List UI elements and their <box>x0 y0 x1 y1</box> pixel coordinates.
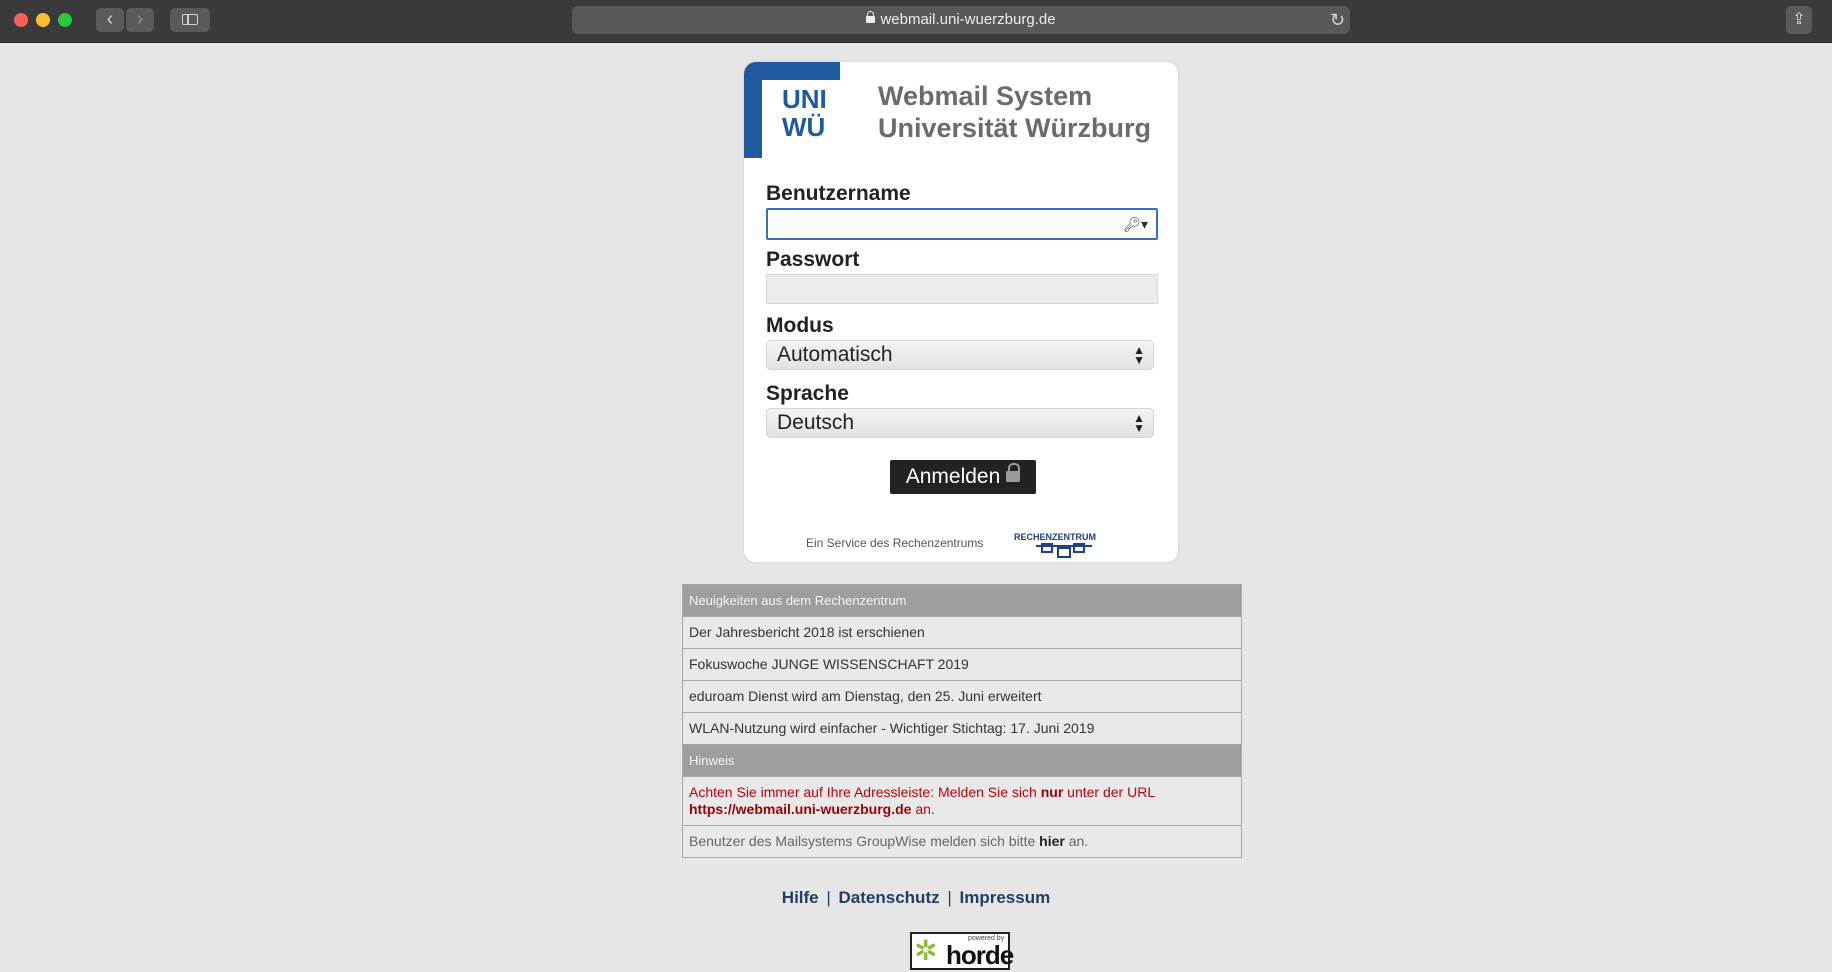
address-bar-url: webmail.uni-wuerzburg.de <box>880 11 1056 28</box>
language-select-value: Deutsch <box>777 411 855 434</box>
minimize-window-button[interactable] <box>36 13 50 27</box>
rechenzentrum-logo-text: RECHENZENTRUM <box>1014 532 1096 542</box>
chevron-right-icon: › <box>136 8 144 30</box>
notice-header: Hinweis <box>683 745 1241 777</box>
browser-toolbar: ‹ › webmail.uni-wuerzburg.de ↻ ⇪ <box>0 0 1832 43</box>
mode-select[interactable]: Automatisch ▲ ▼ <box>766 340 1154 370</box>
chevron-left-icon: ‹ <box>106 8 114 30</box>
footer-separator: | <box>947 888 952 907</box>
service-note: Ein Service des Rechenzentrums <box>806 536 984 550</box>
back-button[interactable]: ‹ <box>96 8 124 32</box>
university-logo: UNI WÜ <box>744 62 840 158</box>
groupwise-notice: Benutzer des Mailsystems GroupWise melde… <box>683 826 1241 858</box>
news-header: Neuigkeiten aus dem Rechenzentrum <box>683 585 1241 617</box>
login-card: UNI WÜ Webmail System Universität Würzbu… <box>744 62 1178 562</box>
news-table: Neuigkeiten aus dem Rechenzentrum Der Ja… <box>682 584 1242 858</box>
logo-text-wue: WÜ <box>782 112 826 142</box>
horde-logo-icon: ✲ <box>914 935 938 966</box>
sidebar-icon <box>182 14 198 25</box>
privacy-link[interactable]: Datenschutz <box>839 888 940 907</box>
page-title: Webmail System Universität Würzburg <box>878 80 1151 144</box>
password-key-icon[interactable]: 🔑︎▾ <box>1123 216 1148 233</box>
username-input[interactable]: 🔑︎▾ <box>766 208 1158 240</box>
sidebar-toggle-button[interactable] <box>170 8 210 32</box>
language-label: Sprache <box>766 382 849 405</box>
footer-separator: | <box>826 888 831 907</box>
select-arrows-icon: ▲ ▼ <box>1133 411 1145 435</box>
reload-button[interactable]: ↻ <box>1330 7 1345 33</box>
language-select[interactable]: Deutsch ▲ ▼ <box>766 408 1154 438</box>
news-item[interactable]: Der Jahresbericht 2018 ist erschienen <box>683 617 1241 649</box>
horde-badge-text: horde <box>946 940 1014 970</box>
news-item[interactable]: WLAN-Nutzung wird einfacher - Wichtiger … <box>683 713 1241 745</box>
login-button[interactable]: Anmelden <box>890 460 1036 494</box>
mode-select-value: Automatisch <box>777 343 893 366</box>
username-label: Benutzername <box>766 182 911 205</box>
zoom-window-button[interactable] <box>58 13 72 27</box>
news-item[interactable]: eduroam Dienst wird am Dienstag, den 25.… <box>683 681 1241 713</box>
title-line-1: Webmail System <box>878 81 1093 111</box>
rechenzentrum-logo: RECHENZENTRUM <box>1014 532 1096 558</box>
select-arrows-icon: ▲ ▼ <box>1133 343 1145 367</box>
powered-by-horde-badge[interactable]: ✲ powered by horde <box>910 932 1014 970</box>
footer-links: Hilfe | Datenschutz | Impressum <box>0 888 1832 908</box>
address-bar[interactable]: webmail.uni-wuerzburg.de <box>572 6 1350 34</box>
forward-button[interactable]: › <box>126 8 154 32</box>
mode-label: Modus <box>766 314 834 337</box>
share-button[interactable]: ⇪ <box>1786 6 1812 34</box>
groupwise-link[interactable]: hier <box>1039 833 1065 849</box>
notice-url: https://webmail.uni-wuerzburg.de <box>689 801 912 817</box>
news-item[interactable]: Fokuswoche JUNGE WISSENSCHAFT 2019 <box>683 649 1241 681</box>
login-button-label: Anmelden <box>905 465 1001 488</box>
security-notice: Achten Sie immer auf Ihre Adressleiste: … <box>683 777 1241 826</box>
reload-icon: ↻ <box>1330 10 1346 30</box>
title-line-2: Universität Würzburg <box>878 113 1152 143</box>
password-input[interactable] <box>766 274 1158 304</box>
lock-icon <box>1006 462 1021 482</box>
share-icon: ⇪ <box>1792 11 1806 28</box>
password-label: Passwort <box>766 248 860 271</box>
close-window-button[interactable] <box>14 13 28 27</box>
help-link[interactable]: Hilfe <box>782 888 819 907</box>
logo-text-uni: UNI <box>782 84 827 114</box>
lock-icon <box>866 10 876 23</box>
imprint-link[interactable]: Impressum <box>960 888 1051 907</box>
